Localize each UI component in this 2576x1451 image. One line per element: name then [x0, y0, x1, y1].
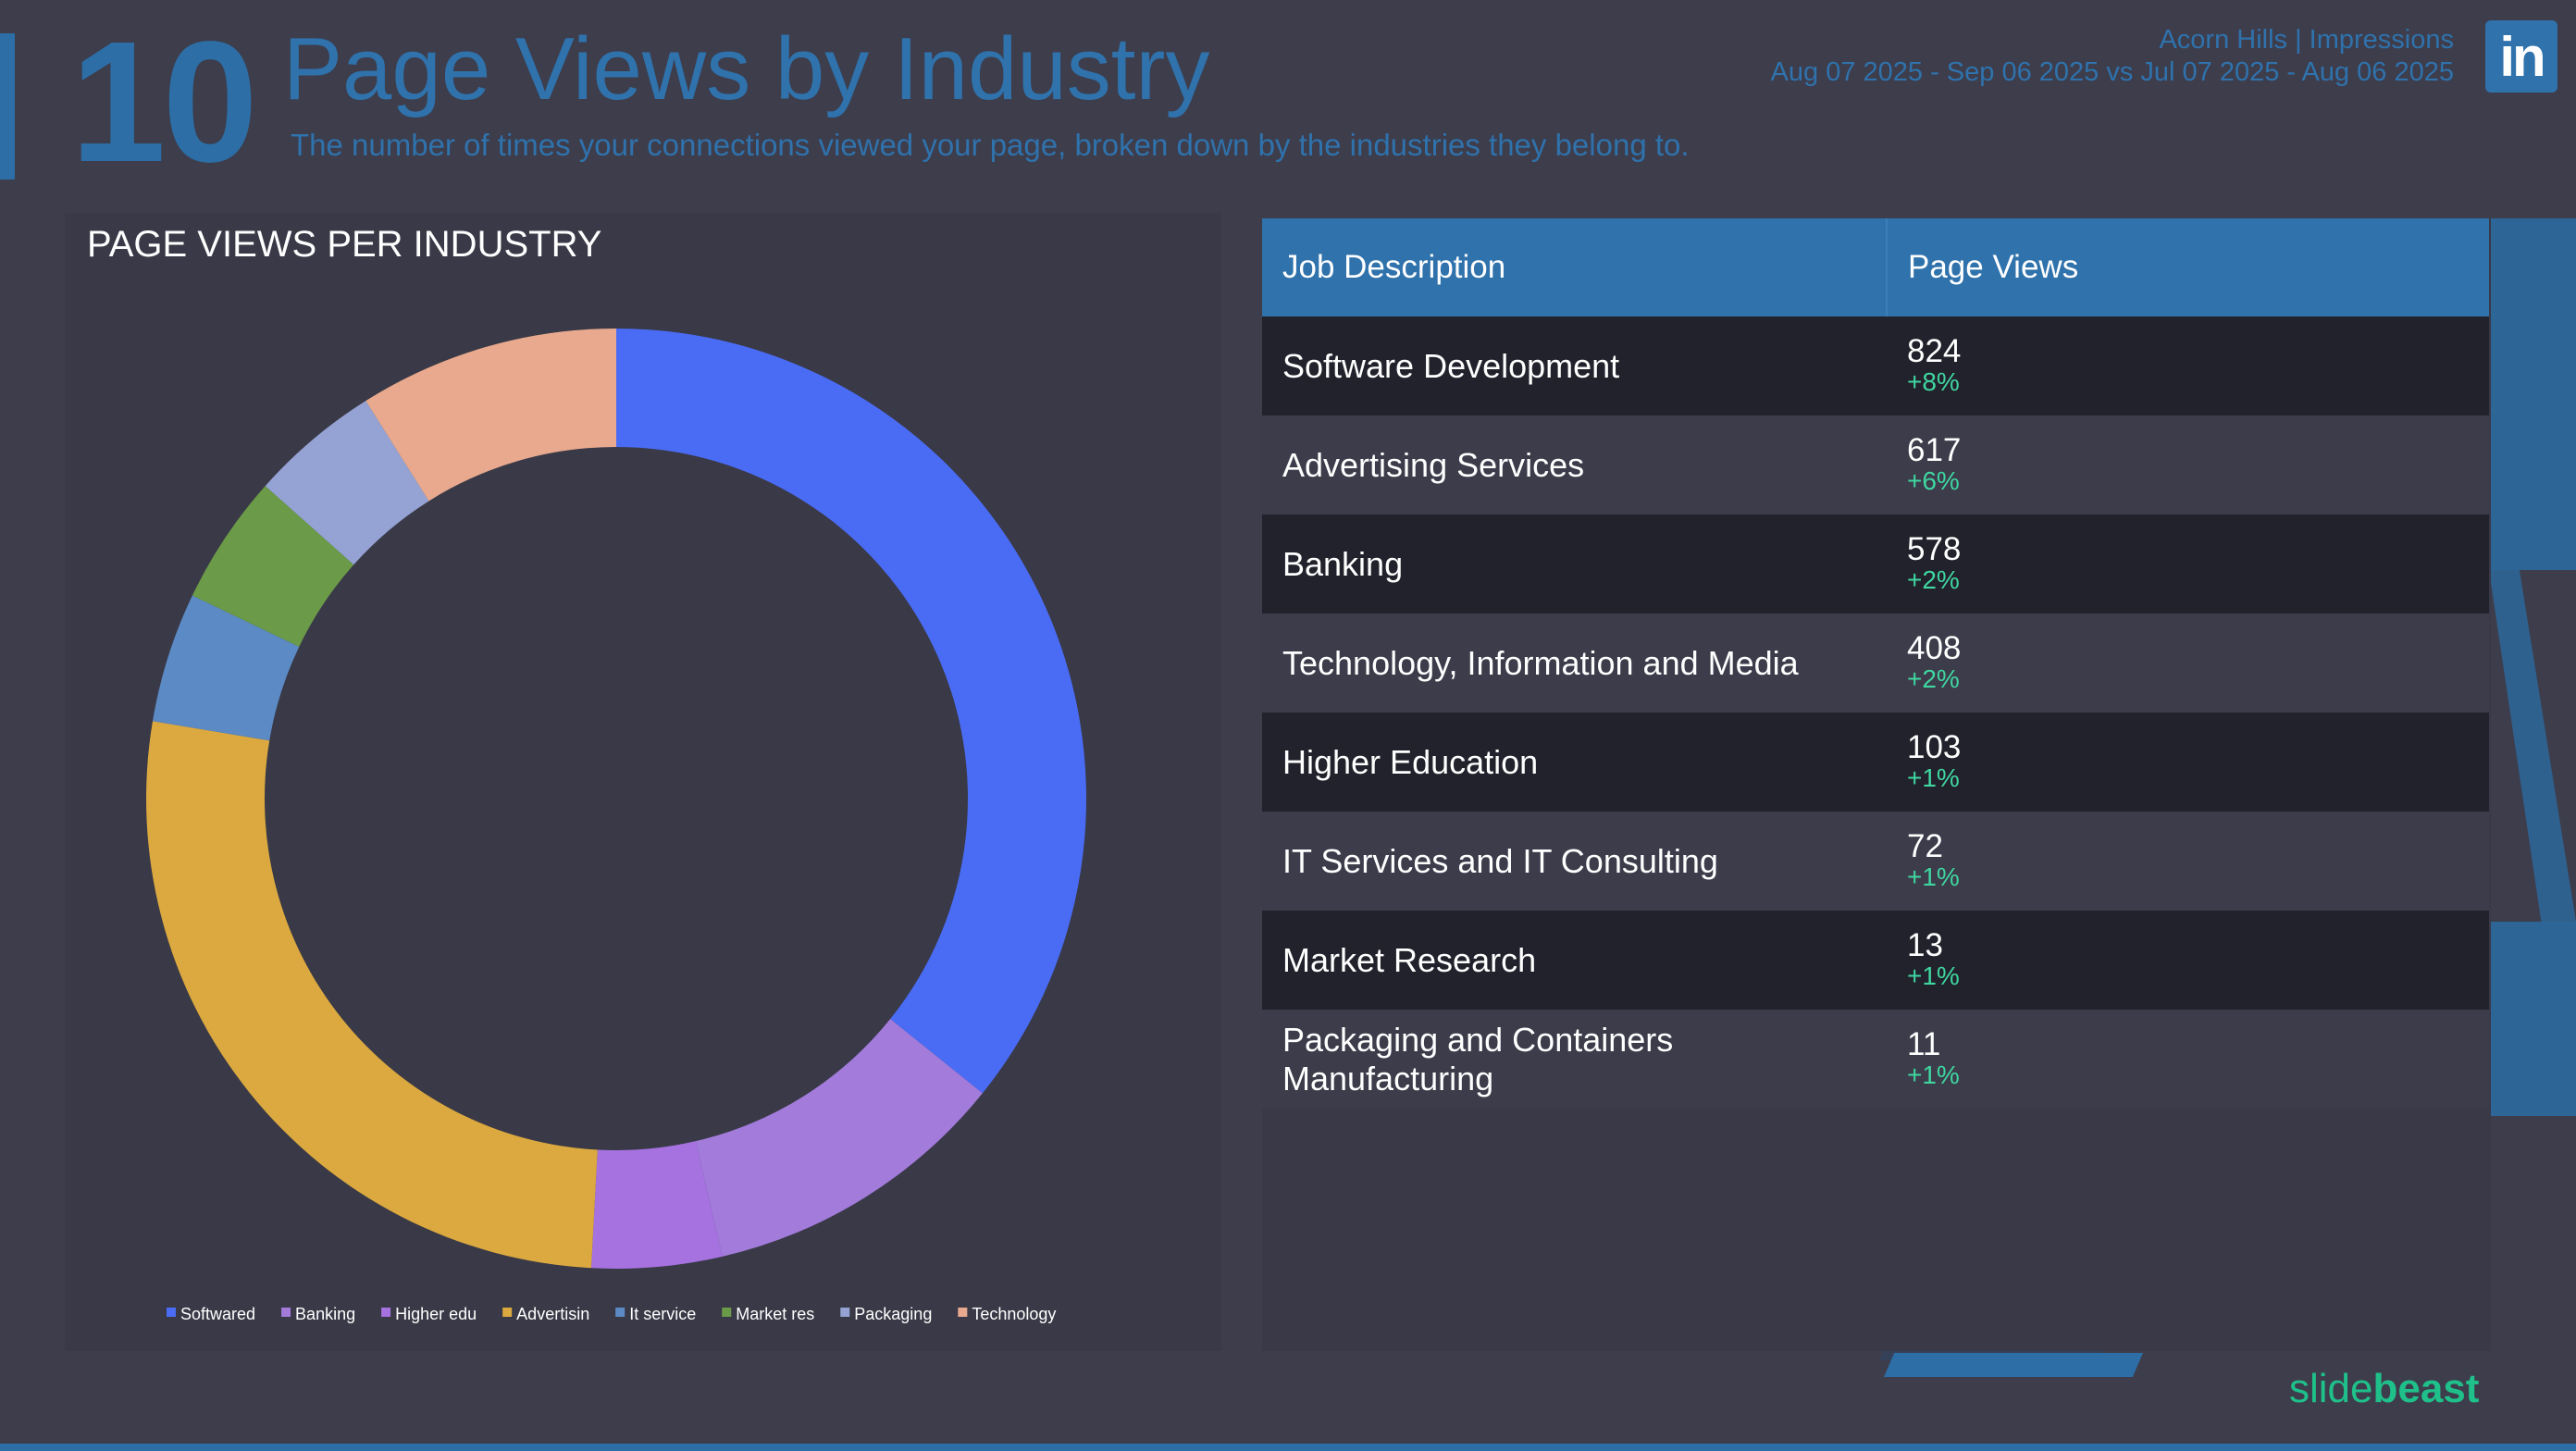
table-row[interactable]: Software Development 824 +8% [1262, 316, 2489, 415]
row-views: 408 [1907, 629, 1962, 666]
row-views-cell: 103 +1% [1887, 713, 2489, 812]
row-change: +1% [1907, 1060, 1960, 1090]
row-views-cell: 617 +6% [1887, 415, 2489, 515]
legend-label[interactable]: Higher edu [395, 1305, 477, 1323]
right-decor-band-lower [2489, 922, 2576, 1116]
legend-label[interactable]: It service [629, 1305, 696, 1323]
row-views-cell: 11 +1% [1887, 1010, 2489, 1109]
right-decor-band [2489, 218, 2576, 570]
row-views: 72 [1907, 827, 1943, 864]
table-row[interactable]: Advertising Services 617 +6% [1262, 415, 2489, 515]
legend-label[interactable]: Advertisin [516, 1305, 589, 1323]
legend-swatch [615, 1308, 625, 1317]
column-header-page-views[interactable]: Page Views [1886, 218, 2489, 316]
row-change: +2% [1907, 664, 1960, 694]
donut-slice-softwared[interactable] [616, 329, 1086, 1094]
row-change: +1% [1907, 862, 1960, 892]
legend-swatch [722, 1308, 732, 1317]
slidebeast-logo: slidebeast [2289, 1366, 2479, 1412]
legend-label[interactable]: Packaging [854, 1305, 932, 1323]
row-change: +2% [1907, 565, 1960, 595]
legend-swatch [958, 1308, 968, 1317]
row-views: 824 [1907, 332, 1962, 369]
page-title: Page Views by Industry [283, 19, 1210, 118]
row-description: Software Development [1262, 316, 1887, 415]
legend-label[interactable]: Softwared [180, 1305, 255, 1323]
legend-label[interactable]: Technology [972, 1305, 1056, 1323]
legend-swatch [502, 1308, 513, 1317]
row-change: +8% [1907, 367, 1960, 397]
legend-swatch [281, 1308, 291, 1317]
legend-label[interactable]: Market res [736, 1305, 814, 1323]
row-views: 578 [1907, 530, 1962, 567]
row-views: 11 [1907, 1025, 1941, 1062]
table-row[interactable]: Banking 578 +2% [1262, 515, 2489, 614]
legend-swatch [840, 1308, 850, 1317]
donut-chart: Softwared Banking Higher edu Advertisin It s… [145, 329, 1086, 1323]
row-change: +1% [1907, 763, 1960, 793]
logo-text-bold: beast [2372, 1366, 2480, 1411]
table-row[interactable]: Packaging and Containers Manufacturing 1… [1262, 1010, 2489, 1109]
row-views-cell: 578 +2% [1887, 515, 2489, 614]
table-row[interactable]: Higher Education 103 +1% [1262, 713, 2489, 812]
row-description: Technology, Information and Media [1262, 614, 1887, 713]
bottom-accent-rule [0, 1444, 2576, 1451]
table-row[interactable]: Market Research 13 +1% [1262, 911, 2489, 1010]
chart-panel: PAGE VIEWS PER INDUSTRY Softwared Banking… [65, 213, 1221, 1351]
row-views: 617 [1907, 431, 1962, 468]
chart-legend: Softwared Banking Higher edu Advertisin It s… [167, 1305, 1056, 1323]
row-views-cell: 13 +1% [1887, 911, 2489, 1010]
row-views-cell: 408 +2% [1887, 614, 2489, 713]
logo-text-light: slide [2289, 1366, 2373, 1411]
legend-label[interactable]: Banking [295, 1305, 355, 1323]
account-line: Acorn Hills | Impressions [2159, 25, 2454, 55]
right-decor-slant [2489, 570, 2576, 922]
row-description: Higher Education [1262, 713, 1887, 812]
legend-swatch [381, 1308, 391, 1317]
row-description: IT Services and IT Consulting [1262, 812, 1887, 911]
row-change: +1% [1907, 961, 1960, 991]
decor-slash-accent [1884, 1353, 2143, 1377]
page-number: 10 [70, 6, 258, 198]
row-views: 13 [1907, 926, 1943, 963]
row-views-cell: 72 +1% [1887, 812, 2489, 911]
table-row[interactable]: IT Services and IT Consulting 72 +1% [1262, 812, 2489, 911]
legend-swatch [167, 1308, 176, 1317]
column-header-job-description[interactable]: Job Description [1262, 218, 1887, 316]
date-range-line: Aug 07 2025 - Sep 06 2025 vs Jul 07 2025… [1770, 56, 2454, 87]
table-row[interactable]: Technology, Information and Media 408 +2% [1262, 614, 2489, 713]
row-description: Market Research [1262, 911, 1887, 1010]
row-change: +6% [1907, 466, 1960, 496]
row-views: 103 [1907, 728, 1962, 765]
row-description: Advertising Services [1262, 415, 1887, 515]
row-description: Banking [1262, 515, 1887, 614]
row-description: Packaging and Containers Manufacturing [1262, 1010, 1887, 1109]
page-subtitle: The number of times your connections vie… [291, 128, 1690, 162]
report-meta: Acorn Hills | Impressions Aug 07 2025 - … [1771, 24, 2454, 89]
donut-slices [145, 329, 1086, 1269]
donut-slice-advertisin[interactable] [145, 721, 598, 1269]
left-accent-stripe [0, 33, 15, 180]
linkedin-icon[interactable]: in [2485, 20, 2557, 93]
table-panel: Job Description Page Views Software Deve… [1262, 218, 2491, 1351]
industry-table: Job Description Page Views Software Deve… [1262, 218, 2489, 1109]
table-header-row: Job Description Page Views [1262, 218, 2489, 316]
row-views-cell: 824 +8% [1887, 316, 2489, 415]
